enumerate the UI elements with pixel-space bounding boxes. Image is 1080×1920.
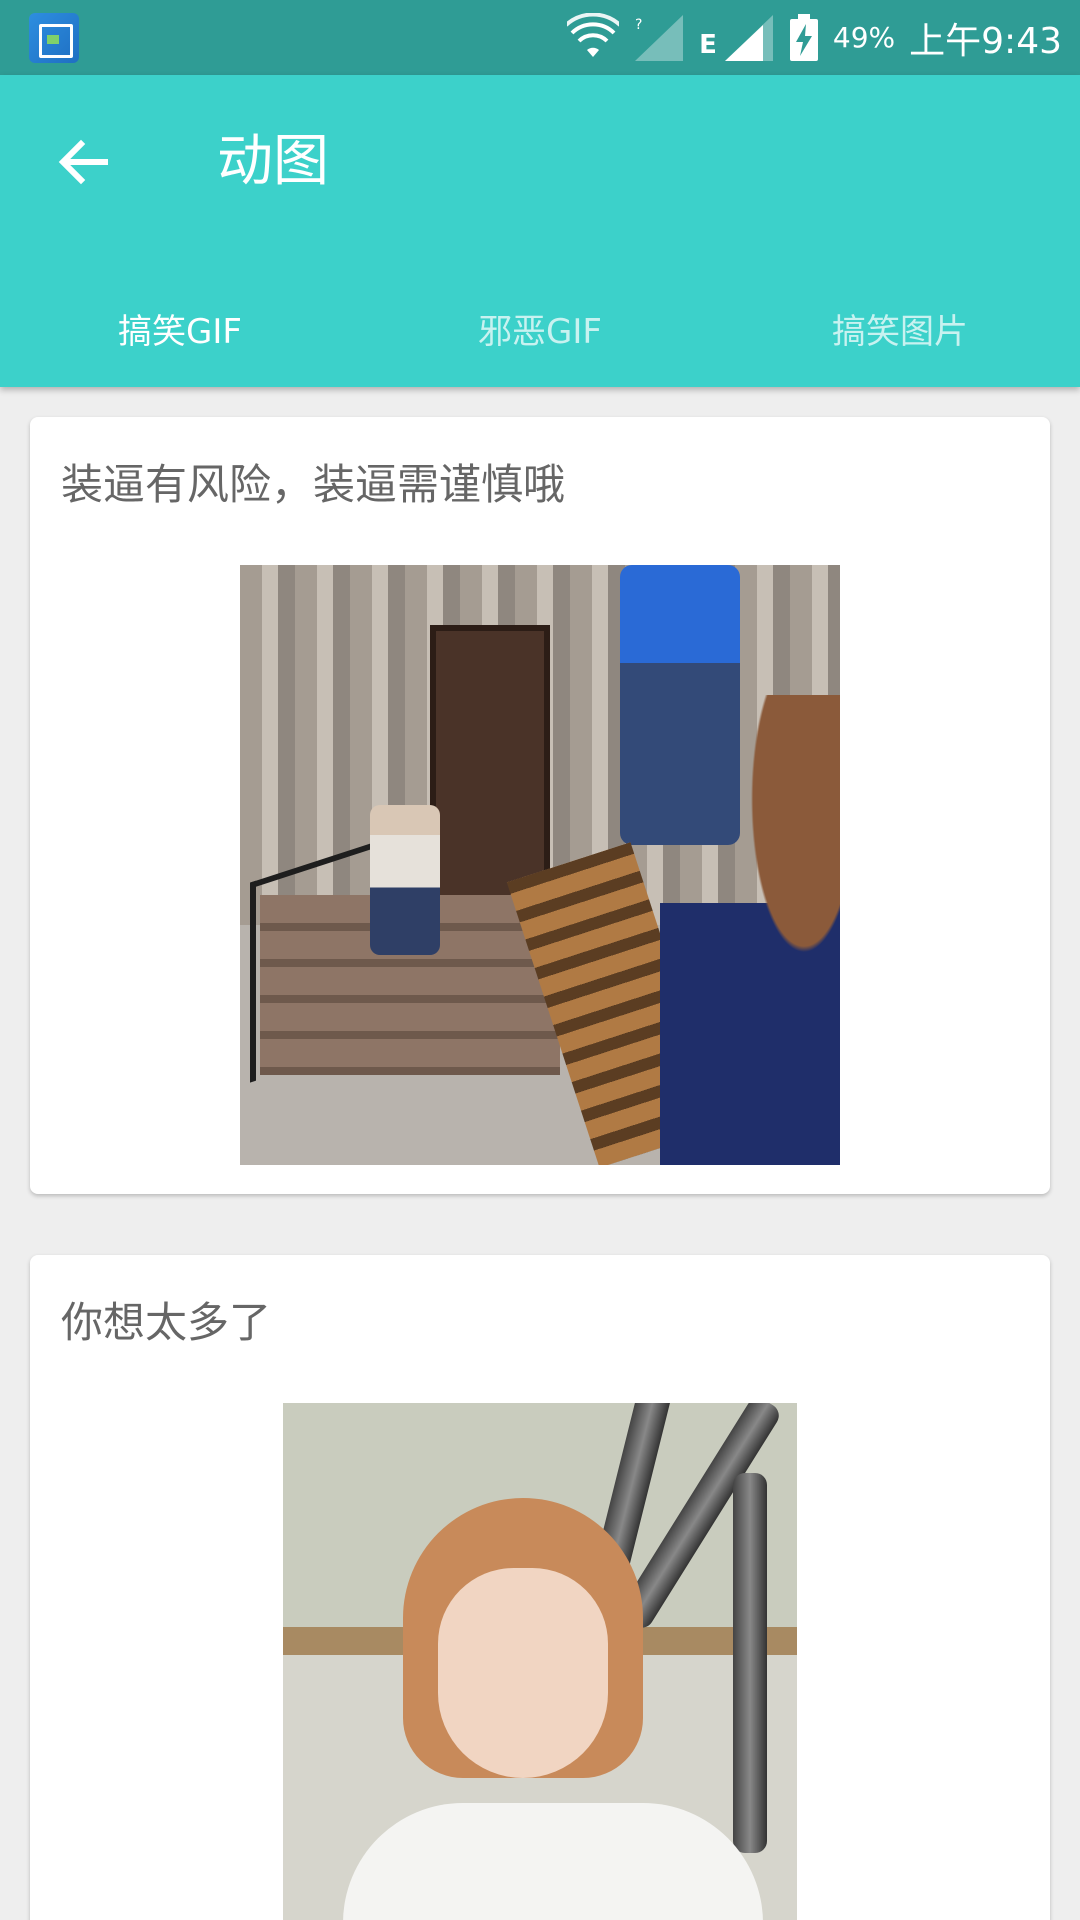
svg-text:?: ?: [635, 17, 642, 33]
post-gif-image[interactable]: [283, 1403, 797, 1920]
page-title: 动图: [217, 129, 329, 194]
gif-scene-microphone-stand: [733, 1473, 767, 1853]
status-right: ? E 49% 上午9:43: [567, 0, 1062, 75]
post-card[interactable]: 你想太多了: [30, 1255, 1050, 1920]
app-bar: 动图 搞笑GIF 邪恶GIF 搞笑图片: [0, 75, 1080, 387]
gif-scene-sitting-man: [370, 805, 440, 955]
gif-scene-face: [438, 1568, 608, 1778]
status-bar: ? E 49% 上午9:43: [0, 0, 1080, 75]
status-time: 上午9:43: [909, 20, 1062, 62]
tab-funny-gif[interactable]: 搞笑GIF: [0, 270, 360, 387]
signal-icon-sim1: ?: [635, 14, 684, 61]
battery-charging-icon: [789, 13, 818, 61]
network-type-label: E: [699, 29, 717, 60]
gif-scene-girl: [660, 695, 840, 1165]
post-title: 装逼有风险，装逼需谨慎哦: [61, 460, 566, 509]
signal-icon-sim2: [724, 14, 773, 61]
battery-percent: 49%: [832, 21, 896, 54]
post-title: 你想太多了: [61, 1298, 272, 1347]
wifi-icon: [567, 12, 620, 57]
tab-funny-pictures[interactable]: 搞笑图片: [720, 270, 1080, 387]
gallery-app-icon: [29, 13, 79, 63]
gif-scene-shirt: [343, 1803, 763, 1920]
tab-evil-gif[interactable]: 邪恶GIF: [360, 270, 720, 387]
tab-bar: 搞笑GIF 邪恶GIF 搞笑图片: [0, 270, 1080, 387]
back-button[interactable]: [48, 127, 118, 197]
post-gif-image[interactable]: [240, 565, 840, 1165]
arrow-left-icon: [58, 139, 108, 185]
post-card[interactable]: 装逼有风险，装逼需谨慎哦: [30, 417, 1050, 1194]
